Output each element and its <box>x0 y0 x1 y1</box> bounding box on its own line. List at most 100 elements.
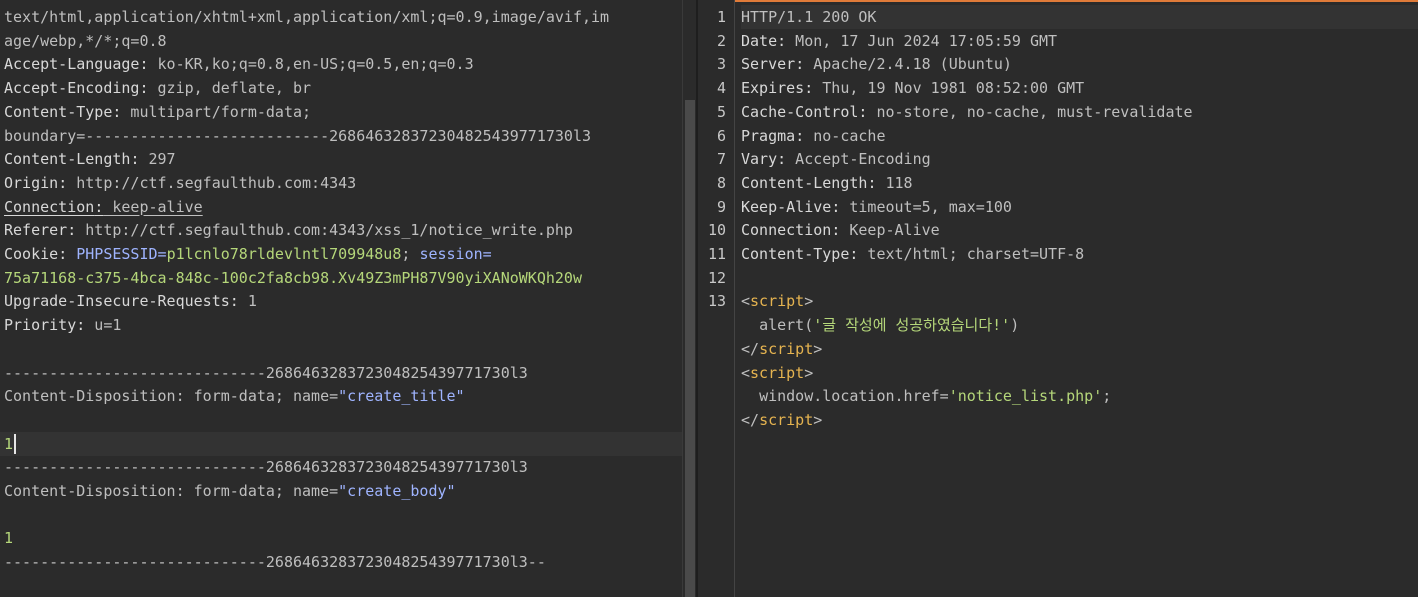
request-scrollbar-thumb[interactable] <box>685 100 695 597</box>
request-editor[interactable]: text/html,application/xhtml+xml,applicat… <box>0 0 682 597</box>
line-text: gzip, deflate, br <box>148 79 312 98</box>
body-value: 1 <box>4 529 14 548</box>
request-line[interactable]: Origin: http://ctf.segfaulthub.com:4343 <box>0 171 682 195</box>
request-line[interactable]: -----------------------------26864632837… <box>0 550 682 574</box>
line-number: 5 <box>716 102 726 121</box>
string-literal: '글 작성에 성공하였습니다!' <box>813 316 1011 335</box>
response-line[interactable]: Connection: Keep-Alive <box>741 218 1418 242</box>
request-line[interactable]: Connection: keep-alive <box>0 195 682 219</box>
request-line[interactable]: Content-Disposition: form-data; name="cr… <box>0 479 682 503</box>
header-key: Priority <box>4 316 77 335</box>
response-line[interactable]: Content-Length: 118 <box>741 171 1418 195</box>
line-number: 7 <box>716 150 726 169</box>
header-key: Connection <box>741 221 832 240</box>
line-text: http://ctf.segfaulthub.com:4343 <box>67 173 357 192</box>
line-text: text/html; charset=UTF-8 <box>858 245 1085 263</box>
header-key: Pragma <box>741 126 796 145</box>
request-line[interactable]: -----------------------------26864632837… <box>0 455 682 479</box>
request-line[interactable]: age/webp,*/*;q=0.8 <box>0 29 682 53</box>
cookie-name: session <box>419 245 483 263</box>
request-line[interactable]: 1 <box>0 526 682 550</box>
request-line[interactable]: Priority: u=1 <box>0 313 682 337</box>
line-text: 118 <box>876 173 913 192</box>
header-key: Expires <box>741 79 805 98</box>
response-line[interactable]: Vary: Accept-Encoding <box>741 147 1418 171</box>
line-number: 13 <box>707 292 726 311</box>
header-key: Accept-Language <box>4 55 140 74</box>
header-key: Connection <box>4 197 95 216</box>
response-line[interactable]: Date: Mon, 17 Jun 2024 17:05:59 GMT <box>741 29 1418 53</box>
response-line[interactable]: Content-Type: text/html; charset=UTF-8 <box>741 242 1418 266</box>
response-line[interactable]: Server: Apache/2.4.18 (Ubuntu) <box>741 52 1418 76</box>
line-number: 1 <box>716 8 726 26</box>
html-tag: script <box>750 292 805 311</box>
request-line[interactable]: -----------------------------26864632837… <box>0 361 682 385</box>
request-line[interactable]: 75a71168-c375-4bca-848c-100c2fa8cb98.Xv4… <box>0 266 682 290</box>
line-text: Mon, 17 Jun 2024 17:05:59 GMT <box>786 31 1058 50</box>
response-editor[interactable]: 1 2 3 4 5 6 7 8 9 10 11 12 13 HTTP/1.1 200 OK Date: M… <box>698 0 1418 597</box>
request-line[interactable]: Accept-Encoding: gzip, deflate, br <box>0 76 682 100</box>
response-line[interactable]: Pragma: no-cache <box>741 124 1418 148</box>
response-line[interactable]: <script> <box>741 289 1418 313</box>
response-line[interactable]: Expires: Thu, 19 Nov 1981 08:52:00 GMT <box>741 76 1418 100</box>
header-key: Content-Type <box>741 245 850 263</box>
response-line[interactable]: </script> <box>741 408 1418 432</box>
header-key: Cache-Control <box>741 102 859 121</box>
request-line[interactable]: Referer: http://ctf.segfaulthub.com:4343… <box>0 218 682 242</box>
line-number: 11 <box>707 245 726 263</box>
line-number: 4 <box>716 79 726 98</box>
request-line[interactable]: boundary=---------------------------2686… <box>0 124 682 148</box>
request-scrollbar[interactable] <box>682 0 697 597</box>
line-number: 8 <box>716 173 726 192</box>
line-number: 3 <box>716 55 726 74</box>
line-text: HTTP/1.1 200 OK <box>741 8 877 26</box>
response-active-indicator <box>698 0 1418 2</box>
request-line[interactable]: Content-Type: multipart/form-data; <box>0 100 682 124</box>
string-literal: 'notice_list.php' <box>948 387 1103 406</box>
response-line[interactable]: window.location.href='notice_list.php'; <box>741 384 1418 408</box>
request-line[interactable]: Upgrade-Insecure-Requests: 1 <box>0 289 682 313</box>
line-text: Apache/2.4.18 (Ubuntu) <box>804 55 1012 74</box>
header-key: Content-Length <box>4 150 131 169</box>
line-text: -----------------------------26864632837… <box>4 363 528 382</box>
line-text: no-store, no-cache, must-revalidate <box>867 102 1193 121</box>
request-line[interactable]: Content-Disposition: form-data; name="cr… <box>0 384 682 408</box>
request-line[interactable] <box>0 337 682 361</box>
request-line[interactable]: 1 <box>0 431 682 456</box>
line-text: no-cache <box>804 126 886 145</box>
line-number: 9 <box>716 197 726 216</box>
request-line[interactable]: Accept-Language: ko-KR,ko;q=0.8,en-US;q=… <box>0 52 682 76</box>
request-line[interactable] <box>0 408 682 432</box>
response-line[interactable] <box>741 266 1418 290</box>
response-line[interactable]: </script> <box>741 337 1418 361</box>
line-text: ) <box>1010 316 1020 335</box>
response-line[interactable]: <script> <box>741 361 1418 385</box>
line-number-gutter: 1 2 3 4 5 6 7 8 9 10 11 12 13 <box>698 0 735 597</box>
response-line[interactable]: alert('글 작성에 성공하였습니다!') <box>741 313 1418 337</box>
response-line[interactable]: HTTP/1.1 200 OK <box>741 5 1418 29</box>
line-text: alert( <box>759 316 814 335</box>
line-text: Content-Disposition: form-data; name= <box>4 482 339 500</box>
line-text: window.location.href= <box>759 387 949 406</box>
line-number: 2 <box>716 31 726 50</box>
line-text: Accept-Encoding <box>786 150 931 169</box>
html-tag: script <box>759 410 814 429</box>
header-key: Accept-Encoding <box>4 79 140 98</box>
line-text: Keep-Alive <box>840 221 940 240</box>
line-text: keep-alive <box>103 197 203 216</box>
field-name-string: "create_body" <box>338 482 456 500</box>
header-key: Date <box>741 31 778 50</box>
request-line[interactable] <box>0 503 682 527</box>
line-text: timeout=5, max=100 <box>840 197 1012 216</box>
response-line[interactable]: Cache-Control: no-store, no-cache, must-… <box>741 100 1418 124</box>
header-key: Upgrade-Insecure-Requests <box>4 292 230 311</box>
line-text: -----------------------------26864632837… <box>4 458 528 477</box>
response-line[interactable]: Keep-Alive: timeout=5, max=100 <box>741 195 1418 219</box>
request-line[interactable]: Cookie: PHPSESSID=p1lcnlo78rldevlntl7099… <box>0 242 682 266</box>
request-line[interactable]: text/html,application/xhtml+xml,applicat… <box>0 5 682 29</box>
header-key: Content-Length <box>741 173 868 192</box>
html-tag: script <box>759 339 814 358</box>
line-text: 1 <box>238 292 257 311</box>
request-line[interactable]: Content-Length: 297 <box>0 147 682 171</box>
